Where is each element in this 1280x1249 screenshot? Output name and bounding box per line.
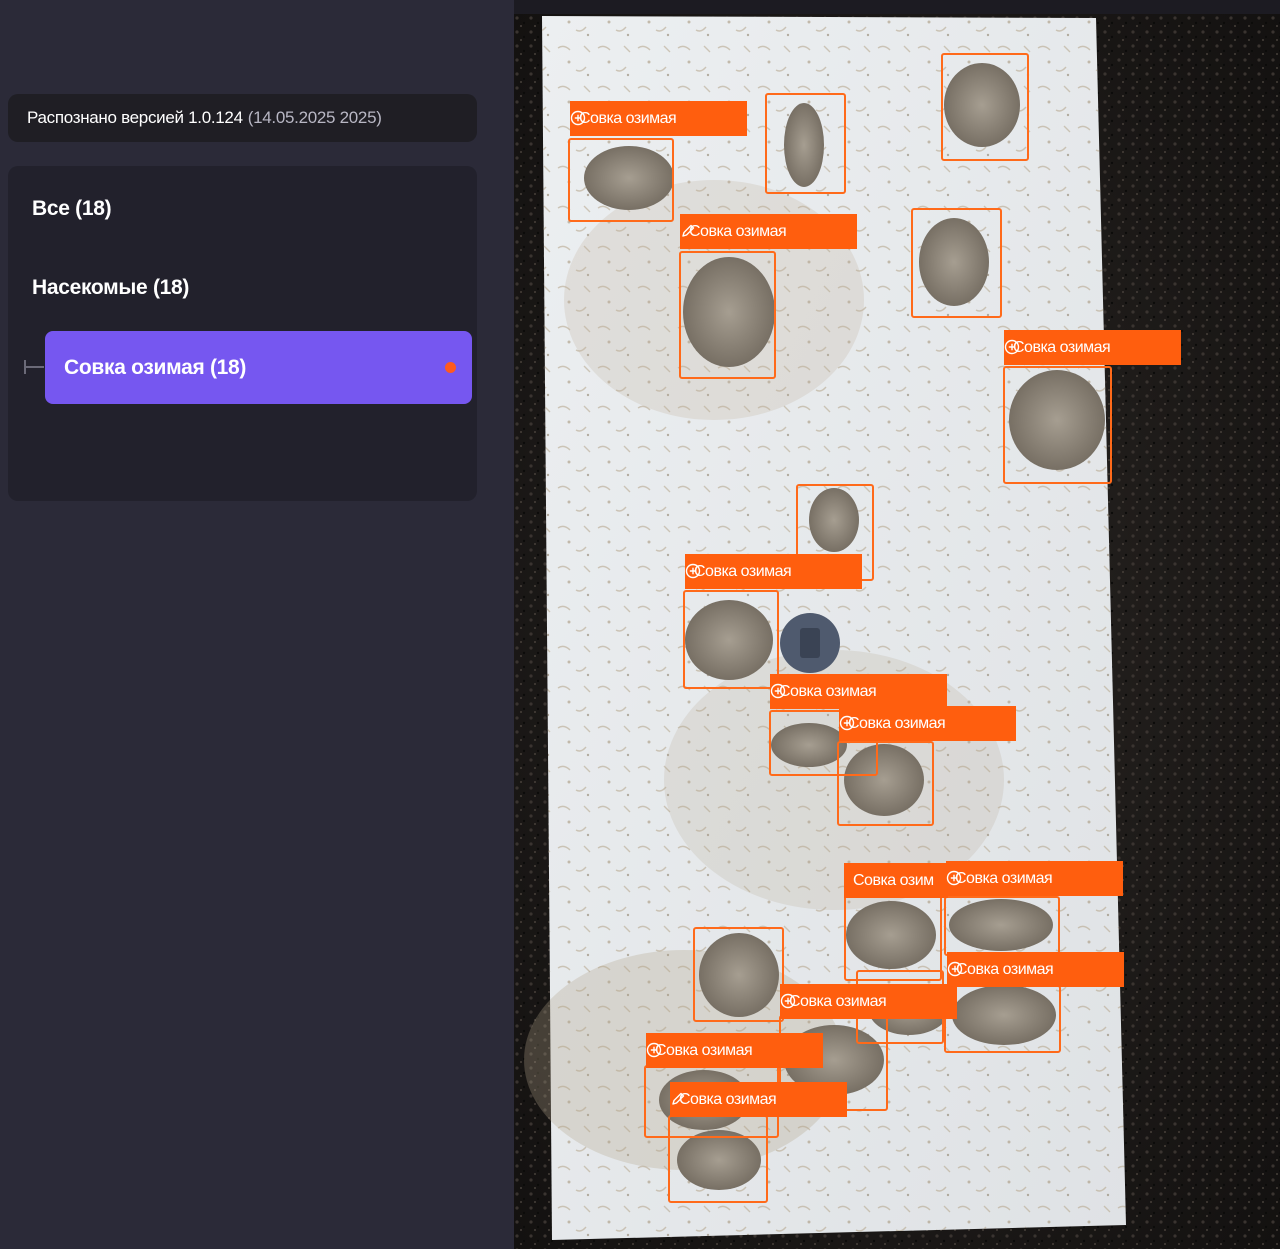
plus-circle-icon[interactable] <box>947 961 963 977</box>
detection-box[interactable] <box>941 53 1029 161</box>
detection-box[interactable] <box>844 895 942 981</box>
status-dot <box>445 362 456 373</box>
plus-circle-icon[interactable] <box>1004 339 1020 355</box>
detection-box[interactable] <box>668 1115 768 1203</box>
filter-all[interactable]: Все (18) <box>32 197 112 221</box>
detection-box[interactable] <box>1003 366 1112 484</box>
filter-winter-moth-selected[interactable]: Совка озимая (18) <box>45 331 472 404</box>
detection-label[interactable]: Совка озимая <box>680 214 857 249</box>
detection-label[interactable]: Совка озимая <box>1004 330 1181 365</box>
detection-box[interactable] <box>679 251 776 379</box>
plus-circle-icon[interactable] <box>646 1042 662 1058</box>
detection-box[interactable] <box>944 896 1060 956</box>
pencil-icon[interactable] <box>680 223 696 239</box>
detection-box[interactable] <box>837 741 934 826</box>
plus-circle-icon[interactable] <box>839 715 855 731</box>
sidebar: Распознано версией 1.0.124 (14.05.2025 2… <box>0 0 514 1249</box>
detection-label[interactable]: Совка озим <box>844 863 948 898</box>
plus-circle-icon[interactable] <box>770 683 786 699</box>
detection-box[interactable] <box>693 927 784 1022</box>
detection-label[interactable]: Совка озимая <box>670 1082 847 1117</box>
trap-photo-viewer[interactable]: Совка озимая Совка озимая Совка озимая С… <box>514 0 1280 1249</box>
version-label: Распознано версией 1.0.124 <box>27 108 243 127</box>
plus-circle-icon[interactable] <box>570 110 586 126</box>
detection-label[interactable]: Совка озимая <box>570 101 747 136</box>
detection-label[interactable]: Совка озимая <box>947 952 1124 987</box>
plus-circle-icon[interactable] <box>780 993 796 1009</box>
detection-label[interactable]: Совка озимая <box>685 554 862 589</box>
detection-label[interactable]: Совка озимая <box>646 1033 823 1068</box>
plus-circle-icon[interactable] <box>946 870 962 886</box>
detection-box[interactable] <box>944 985 1061 1053</box>
class-filter-panel: Все (18) Насекомые (18) Совка озимая (18… <box>8 166 477 501</box>
pencil-icon[interactable] <box>670 1091 686 1107</box>
detection-box[interactable] <box>568 138 674 222</box>
detection-label[interactable]: Совка озимая <box>770 674 947 709</box>
detection-box[interactable] <box>765 93 846 194</box>
selected-filter-label: Совка озимая (18) <box>64 355 247 379</box>
detection-box[interactable] <box>683 590 779 689</box>
tree-connector <box>24 360 44 374</box>
detection-box[interactable] <box>911 208 1002 318</box>
detection-label[interactable]: Совка озимая <box>946 861 1123 896</box>
detection-label[interactable]: Совка озимая <box>780 984 957 1019</box>
plus-circle-icon[interactable] <box>685 563 701 579</box>
filter-insects[interactable]: Насекомые (18) <box>32 276 189 300</box>
version-date: (14.05.2025 2025) <box>247 108 382 127</box>
recognition-version-bar: Распознано версией 1.0.124 (14.05.2025 2… <box>8 94 477 142</box>
detection-label[interactable]: Совка озимая <box>839 706 1016 741</box>
